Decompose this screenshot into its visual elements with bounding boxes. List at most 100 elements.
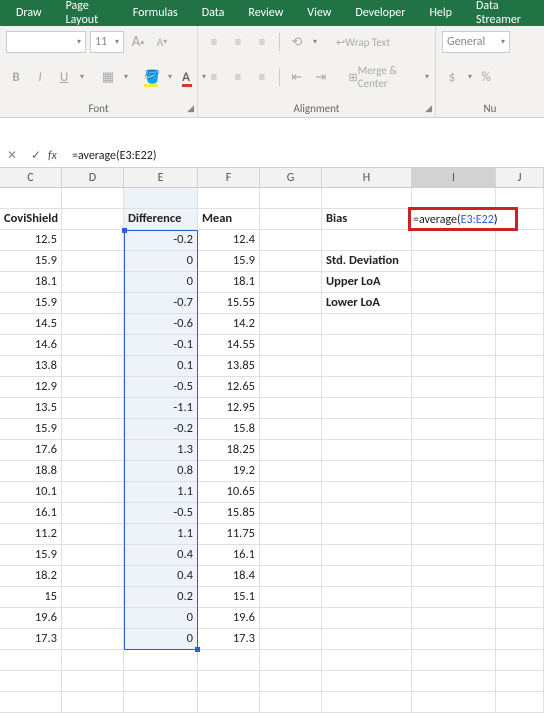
cell[interactable]	[322, 587, 412, 608]
cell[interactable]	[412, 587, 496, 608]
cell[interactable]	[496, 188, 544, 209]
cell[interactable]	[412, 482, 496, 503]
cell[interactable]	[412, 650, 496, 671]
cell[interactable]	[260, 461, 322, 482]
active-cell-edit[interactable]: =average(E3:E22)	[408, 207, 518, 231]
cell[interactable]	[62, 650, 124, 671]
cell[interactable]	[496, 566, 544, 587]
cell[interactable]	[62, 356, 124, 377]
cell[interactable]	[198, 650, 260, 671]
cell[interactable]: 11.75	[198, 524, 260, 545]
cell[interactable]	[412, 671, 496, 692]
cell[interactable]: 0	[124, 629, 198, 650]
cell[interactable]	[62, 419, 124, 440]
cell[interactable]	[322, 356, 412, 377]
cell[interactable]	[322, 482, 412, 503]
cell[interactable]	[62, 524, 124, 545]
cell[interactable]	[322, 608, 412, 629]
fill-color-button[interactable]: 🪣	[142, 66, 162, 88]
cell[interactable]: -0.6	[124, 314, 198, 335]
cell[interactable]	[62, 398, 124, 419]
cell[interactable]	[62, 335, 124, 356]
cell[interactable]: 14.2	[198, 314, 260, 335]
cell[interactable]: 11.2	[0, 524, 62, 545]
cell[interactable]	[322, 188, 412, 209]
cell[interactable]: 12.95	[198, 398, 260, 419]
cell[interactable]	[322, 671, 412, 692]
cell[interactable]: Lower LoA	[322, 293, 412, 314]
cell[interactable]	[62, 293, 124, 314]
cell[interactable]	[124, 650, 198, 671]
cell[interactable]: 17.6	[0, 440, 62, 461]
cell[interactable]	[496, 608, 544, 629]
cell[interactable]	[412, 272, 496, 293]
cell[interactable]	[496, 671, 544, 692]
fx-icon[interactable]: fx	[48, 149, 66, 163]
cell[interactable]	[412, 629, 496, 650]
align-right-icon[interactable]: ≡	[252, 66, 272, 88]
border-button[interactable]: ▦	[98, 66, 118, 88]
cell[interactable]	[260, 650, 322, 671]
cell[interactable]	[0, 692, 62, 713]
cell[interactable]	[260, 335, 322, 356]
cell[interactable]	[124, 692, 198, 713]
decrease-indent-icon[interactable]: ⇤	[287, 66, 307, 88]
cell[interactable]: -0.5	[124, 377, 198, 398]
align-middle-icon[interactable]: ≡	[228, 31, 248, 53]
cell[interactable]	[62, 188, 124, 209]
cell[interactable]	[62, 230, 124, 251]
cell[interactable]	[260, 293, 322, 314]
cell[interactable]	[412, 419, 496, 440]
cell[interactable]	[496, 629, 544, 650]
ribbon-tab-help[interactable]: Help	[417, 1, 464, 25]
cell[interactable]	[322, 650, 412, 671]
cancel-icon[interactable]: ✕	[0, 148, 24, 163]
cell[interactable]	[62, 461, 124, 482]
cell[interactable]	[496, 272, 544, 293]
cell[interactable]: Difference	[124, 209, 198, 230]
cell[interactable]	[412, 356, 496, 377]
cell[interactable]: CoviShield	[0, 209, 62, 230]
cell[interactable]	[496, 524, 544, 545]
cell[interactable]	[412, 545, 496, 566]
cell[interactable]	[496, 419, 544, 440]
ribbon-tab-formulas[interactable]: Formulas	[121, 1, 190, 25]
cell[interactable]	[496, 440, 544, 461]
cell[interactable]	[260, 419, 322, 440]
cell[interactable]	[412, 503, 496, 524]
cell[interactable]: 15.9	[0, 545, 62, 566]
merge-center-button[interactable]: ⊞ Merge & Center	[346, 66, 419, 88]
cell[interactable]	[260, 440, 322, 461]
ribbon-tab-draw[interactable]: Draw	[4, 1, 54, 25]
cell[interactable]	[62, 671, 124, 692]
cell[interactable]: 1.1	[124, 524, 198, 545]
cell[interactable]: 12.65	[198, 377, 260, 398]
cell[interactable]	[62, 314, 124, 335]
cell[interactable]	[412, 608, 496, 629]
cell[interactable]	[260, 230, 322, 251]
cell[interactable]	[322, 566, 412, 587]
cell[interactable]	[322, 377, 412, 398]
cell[interactable]	[62, 209, 124, 230]
cell[interactable]	[260, 545, 322, 566]
cell[interactable]: -1.1	[124, 398, 198, 419]
cell[interactable]: 15.1	[198, 587, 260, 608]
cell[interactable]: 13.8	[0, 356, 62, 377]
cell[interactable]: 12.4	[198, 230, 260, 251]
cell[interactable]	[322, 629, 412, 650]
cell[interactable]	[322, 440, 412, 461]
col-header-D[interactable]: D	[62, 168, 124, 187]
cell[interactable]: -0.2	[124, 419, 198, 440]
cell[interactable]: 1.3	[124, 440, 198, 461]
dialog-launcher-icon[interactable]: ◢	[187, 103, 194, 114]
cell[interactable]: 18.1	[198, 272, 260, 293]
cell[interactable]	[198, 188, 260, 209]
cell[interactable]	[496, 482, 544, 503]
cell[interactable]	[496, 251, 544, 272]
cell[interactable]: 0.8	[124, 461, 198, 482]
cell[interactable]: 12.5	[0, 230, 62, 251]
cell[interactable]	[496, 335, 544, 356]
cell[interactable]	[260, 377, 322, 398]
font-size-select[interactable]: 11▾	[90, 31, 124, 53]
cell[interactable]	[322, 461, 412, 482]
